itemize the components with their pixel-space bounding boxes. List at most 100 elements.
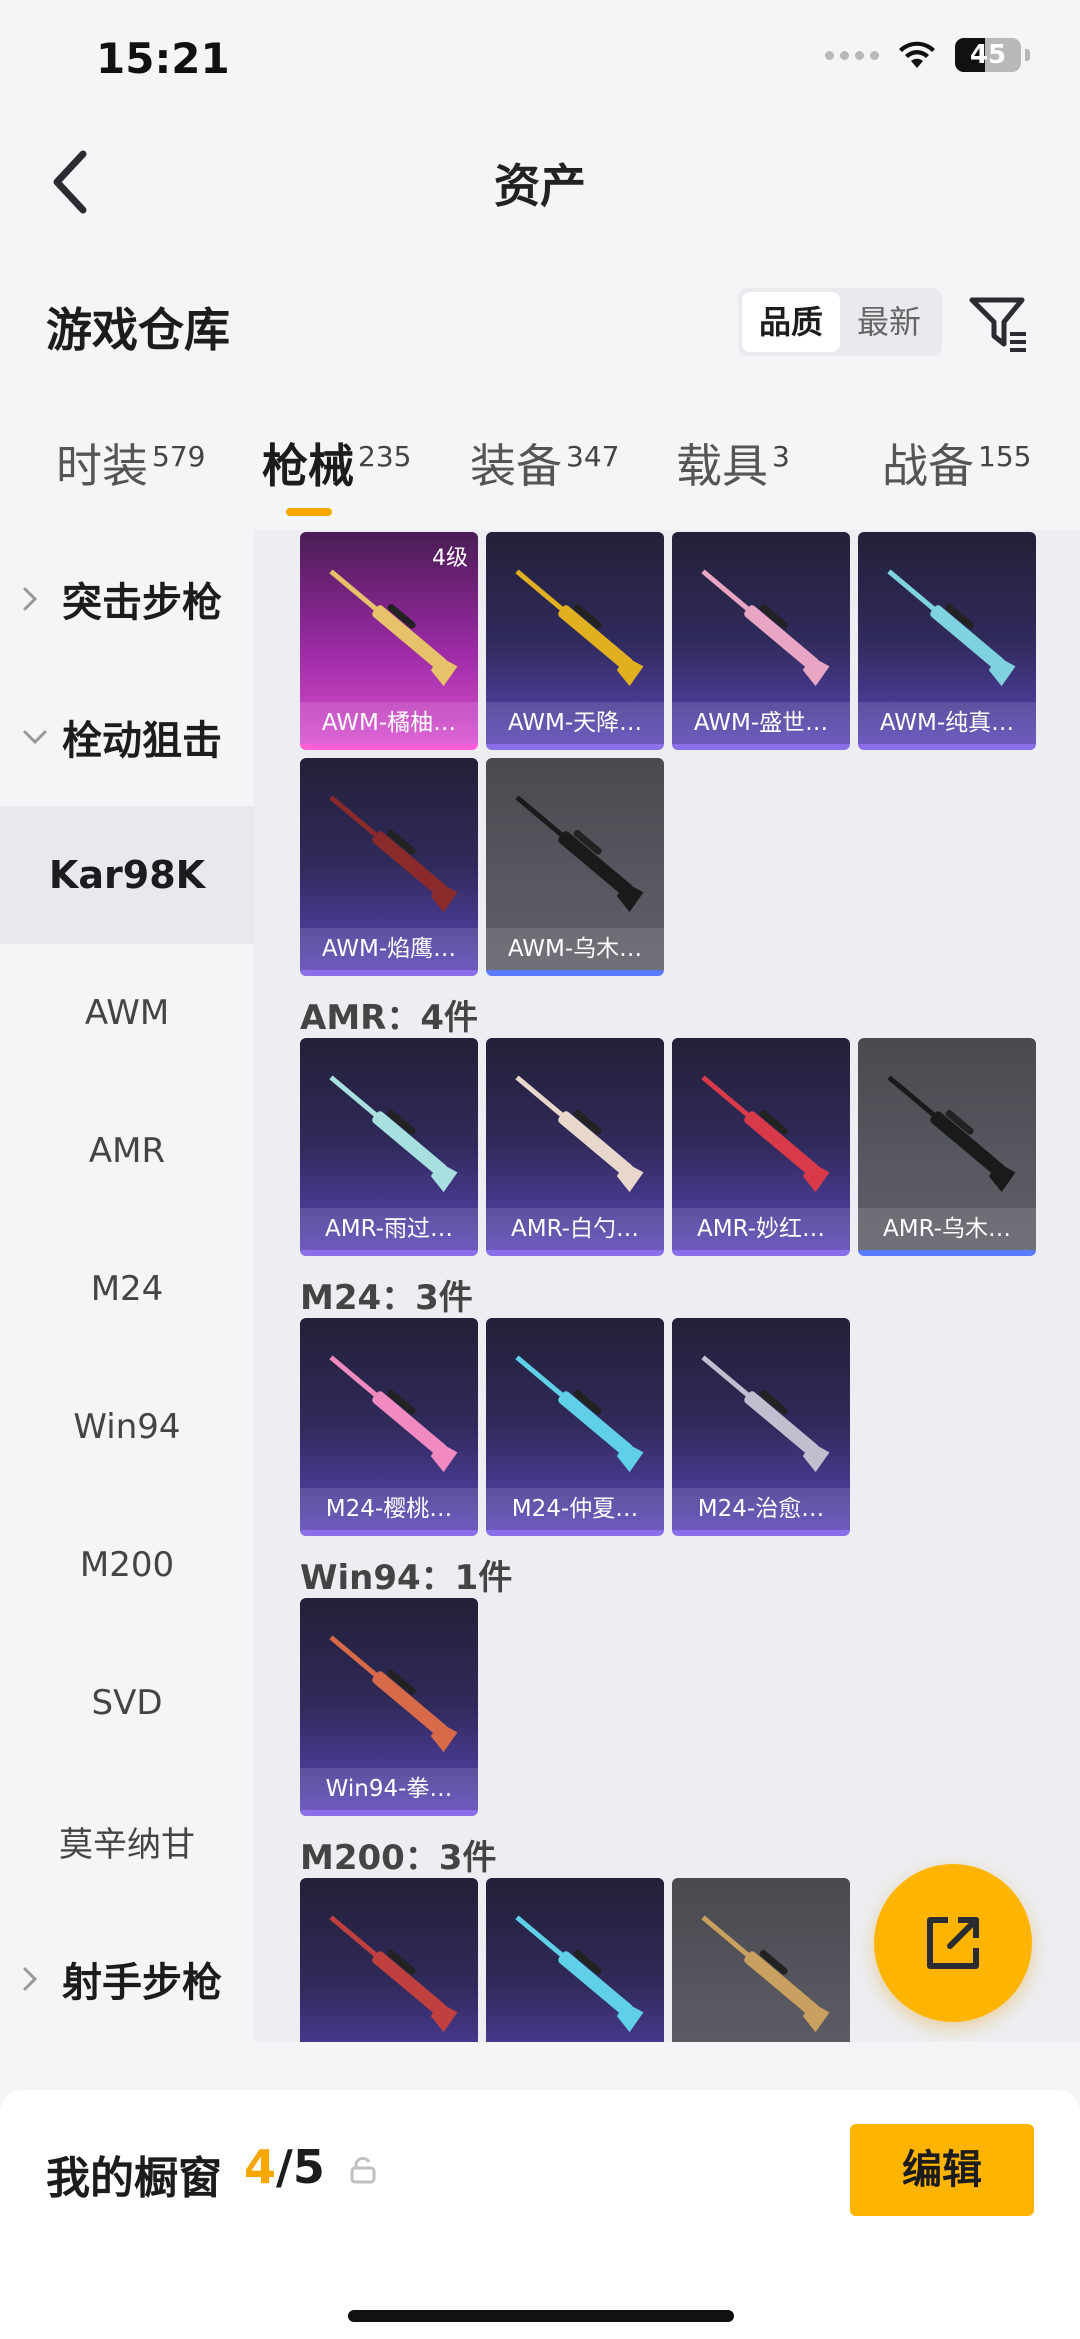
weapon-card[interactable]: M24-仲夏… — [486, 1318, 664, 1536]
weapon-card[interactable]: M24-樱桃… — [300, 1318, 478, 1536]
sidebar-item-label: 栓动狙击 — [62, 718, 222, 764]
warehouse-title: 游戏仓库 — [46, 303, 230, 357]
weapon-image — [329, 1915, 458, 2033]
weapon-image — [515, 1915, 644, 2033]
weapon-card[interactable]: AWM-乌木… — [486, 758, 664, 976]
cellular-signal-icon — [825, 50, 879, 60]
tab-label: 枪械 — [262, 439, 354, 493]
tab-label: 载具 — [676, 439, 768, 493]
weapon-name: M24-樱桃… — [300, 1488, 478, 1530]
tab-indicator — [286, 508, 332, 516]
battery-icon: 45 — [955, 38, 1021, 72]
weapon-name: AWM-乌木… — [486, 928, 664, 970]
weapon-card[interactable]: AMR-乌木… — [858, 1038, 1036, 1256]
section-label: AMR：4件 — [300, 998, 478, 1038]
section-label: M24：3件 — [300, 1278, 473, 1318]
weapon-name: M24-治愈… — [672, 1488, 850, 1530]
weapon-image — [329, 1635, 458, 1753]
chevron-right-icon — [22, 586, 48, 612]
share-external-icon — [927, 1917, 979, 1969]
status-bar: 15:21 45 — [0, 0, 1080, 120]
weapon-image — [701, 569, 830, 687]
chevron-right-icon — [22, 1966, 48, 1992]
tab-count: 3 — [772, 439, 790, 473]
share-button[interactable] — [874, 1864, 1032, 2022]
weapon-image — [515, 569, 644, 687]
weapon-grid: 4级 AWM-橘柚… AWM-天降… AWM-盛世… AWM-纯真… AWM-焰鹰… AWM… — [254, 530, 1080, 2042]
weapon-card[interactable] — [672, 1878, 850, 2042]
sidebar-item-svd[interactable]: SVD — [0, 1634, 254, 1772]
section-label: M200：3件 — [300, 1838, 497, 1878]
weapon-name: AWM-天降… — [486, 702, 664, 744]
sidebar-item-assault-rifle[interactable]: 突击步枪 — [0, 530, 254, 668]
weapon-card[interactable]: AMR-妙红… — [672, 1038, 850, 1256]
weapon-image — [701, 1355, 830, 1473]
weapon-name: AWM-纯真… — [858, 702, 1036, 744]
sort-option-quality[interactable]: 品质 — [742, 292, 840, 352]
level-badge: 4级 — [432, 546, 468, 571]
weapon-name: AWM-橘柚… — [300, 702, 478, 744]
weapon-image — [329, 1355, 458, 1473]
weapon-card[interactable]: AWM-盛世… — [672, 532, 850, 750]
weapon-type-sidebar: 突击步枪 栓动狙击 Kar98K AWM AMR M24 Win94 M200 … — [0, 530, 254, 2042]
weapon-image — [515, 1075, 644, 1193]
warehouse-header: 游戏仓库 品质 最新 — [0, 270, 1080, 380]
weapon-card[interactable]: M24-治愈… — [672, 1318, 850, 1536]
sidebar-item-win94[interactable]: Win94 — [0, 1358, 254, 1496]
showcase-current: 4 — [244, 2140, 277, 2194]
sidebar-item-m24[interactable]: M24 — [0, 1220, 254, 1358]
weapon-image — [515, 1355, 644, 1473]
weapon-image — [329, 795, 458, 913]
weapon-card[interactable] — [486, 1878, 664, 2042]
tab-firearms[interactable]: 枪械 235 — [262, 430, 411, 496]
edit-button[interactable]: 编辑 — [850, 2124, 1034, 2216]
weapon-card[interactable]: AWM-焰鹰… — [300, 758, 478, 976]
status-icons: 45 — [825, 38, 1030, 72]
weapon-card[interactable]: AMR-雨过… — [300, 1038, 478, 1256]
tab-label: 时装 — [56, 439, 148, 493]
filter-button[interactable] — [966, 292, 1032, 358]
sidebar-item-marksman-rifle[interactable]: 射手步枪 — [0, 1910, 254, 2048]
home-indicator — [348, 2310, 734, 2322]
wifi-icon — [897, 40, 937, 70]
filter-icon — [969, 297, 1026, 352]
sidebar-item-bolt-sniper[interactable]: 栓动狙击 — [0, 668, 254, 806]
sidebar-item-label: 突击步枪 — [62, 580, 222, 626]
weapon-image — [329, 1075, 458, 1193]
weapon-card[interactable]: AWM-天降… — [486, 532, 664, 750]
showcase-label: 我的橱窗 — [46, 2153, 222, 2204]
tab-label: 战备 — [882, 439, 974, 493]
weapon-card[interactable]: AMR-白勺… — [486, 1038, 664, 1256]
tab-count: 235 — [358, 439, 412, 473]
weapon-card[interactable]: AWM-纯真… — [858, 532, 1036, 750]
weapon-name: AMR-雨过… — [300, 1208, 478, 1250]
tab-combat-gear[interactable]: 战备 155 — [882, 430, 1031, 496]
weapon-card[interactable] — [300, 1878, 478, 2042]
weapon-card[interactable]: 4级 AWM-橘柚… — [300, 532, 478, 750]
weapon-image — [887, 569, 1016, 687]
sidebar-item-m200[interactable]: M200 — [0, 1496, 254, 1634]
tab-equipment[interactable]: 装备 347 — [470, 430, 619, 496]
weapon-card[interactable]: Win94-拳… — [300, 1598, 478, 1816]
sidebar-item-mosin[interactable]: 莫辛纳甘 — [0, 1772, 254, 1910]
tab-label: 装备 — [470, 439, 562, 493]
sidebar-item-amr[interactable]: AMR — [0, 1082, 254, 1220]
tab-fashion[interactable]: 时装 579 — [56, 430, 205, 496]
category-tabs: 时装 579 枪械 235 装备 347 载具 3 战备 155 — [0, 420, 1080, 530]
nav-bar: 资产 — [0, 120, 1080, 240]
weapon-name: AWM-焰鹰… — [300, 928, 478, 970]
tab-vehicles[interactable]: 载具 3 — [676, 430, 790, 496]
sidebar-item-awm[interactable]: AWM — [0, 944, 254, 1082]
weapon-name: AMR-乌木… — [858, 1208, 1036, 1250]
weapon-name: M24-仲夏… — [486, 1488, 664, 1530]
sort-toggle: 品质 最新 — [738, 288, 942, 356]
weapon-name: Win94-拳… — [300, 1768, 478, 1810]
weapon-image — [701, 1075, 830, 1193]
weapon-image — [701, 1915, 830, 2033]
status-time: 15:21 — [96, 34, 230, 83]
sidebar-item-kar98k[interactable]: Kar98K — [0, 806, 254, 944]
sort-option-newest[interactable]: 最新 — [840, 292, 938, 352]
showcase-total: /5 — [276, 2140, 325, 2194]
unlock-icon[interactable] — [350, 2156, 376, 2184]
weapon-image — [515, 795, 644, 913]
